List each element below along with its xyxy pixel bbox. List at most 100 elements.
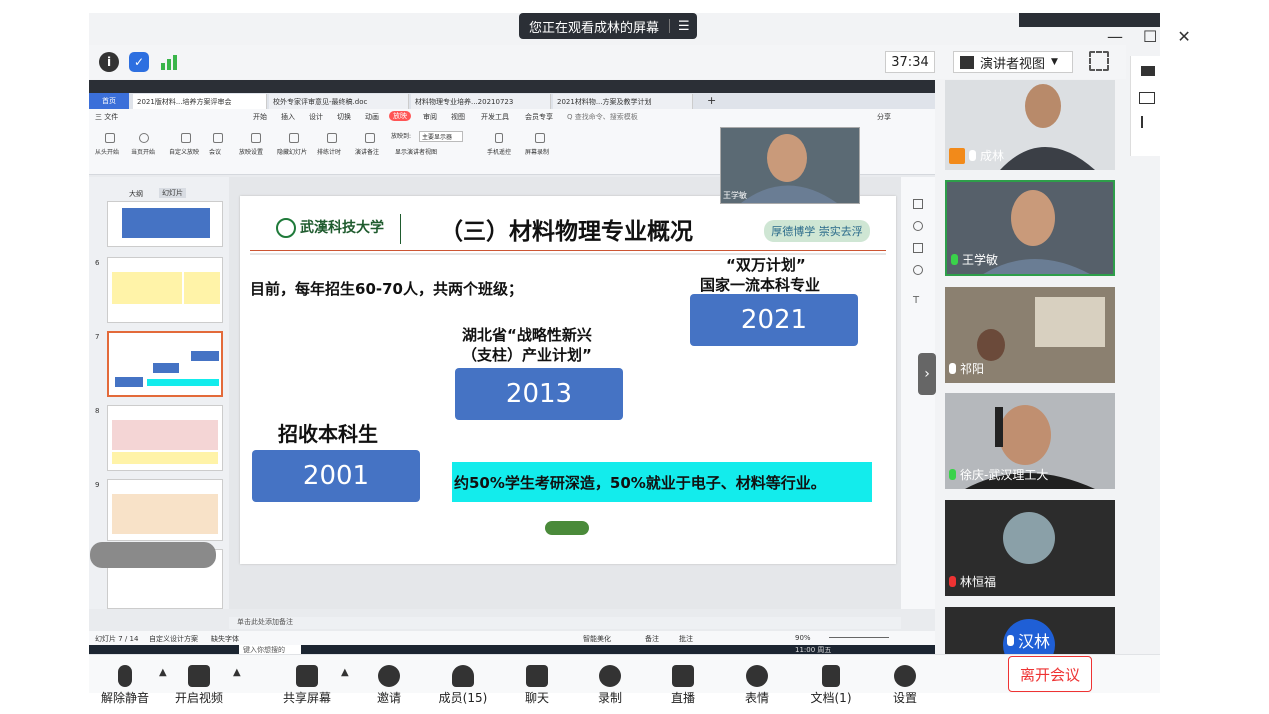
menu-review[interactable]: 审阅: [423, 112, 437, 122]
menu-animation[interactable]: 动画: [365, 112, 379, 122]
record-button[interactable]: 录制: [580, 665, 640, 707]
zoom-level[interactable]: 90%: [795, 634, 811, 642]
slide-thumbnail[interactable]: [90, 542, 223, 609]
text-tool-icon[interactable]: T: [913, 295, 919, 306]
menu-file[interactable]: 三 文件: [95, 112, 118, 122]
zoom-slider[interactable]: [829, 637, 889, 638]
share-screen-button[interactable]: 共享屏幕: [277, 665, 337, 707]
menu-design[interactable]: 设计: [309, 112, 323, 122]
notes-toggle[interactable]: 备注: [645, 634, 659, 644]
members-button[interactable]: 成员(15): [433, 665, 493, 707]
menu-view[interactable]: 视图: [451, 112, 465, 122]
properties-icon[interactable]: [913, 199, 923, 209]
speaker-notes-icon[interactable]: [365, 133, 375, 143]
ribbon-play-start[interactable]: 从头开始: [95, 147, 119, 156]
slide-thumbnail[interactable]: [107, 257, 223, 323]
menu-transition[interactable]: 切换: [337, 112, 351, 122]
collapse-panel-handle[interactable]: ›: [918, 353, 936, 395]
notes-bar[interactable]: 单击此处添加备注: [229, 617, 901, 629]
copy-icon[interactable]: [913, 243, 923, 253]
wps-home-tab[interactable]: 首页: [89, 93, 129, 109]
ribbon-hide-slide[interactable]: 隐藏幻灯片: [277, 147, 307, 156]
menu-slideshow[interactable]: 放映: [389, 111, 411, 121]
hide-slide-icon[interactable]: [289, 133, 299, 143]
signal-icon[interactable]: [161, 54, 179, 70]
presenter-view-checkbox[interactable]: 显示演讲者视图: [395, 147, 437, 156]
pane-tab-outline[interactable]: 大纲: [129, 189, 143, 199]
menu-start[interactable]: 开始: [253, 112, 267, 122]
menu-member[interactable]: 会员专享: [525, 112, 553, 122]
taskbar-search[interactable]: 键入你想搜的: [239, 645, 301, 654]
ribbon-meeting[interactable]: 会议: [209, 147, 221, 156]
rehearse-icon[interactable]: [327, 133, 337, 143]
phone-remote-icon[interactable]: [495, 133, 503, 143]
floating-camera-thumbnail[interactable]: 王学敏: [720, 127, 860, 204]
ribbon-speaker-notes[interactable]: 演讲备注: [355, 147, 379, 156]
new-tab-icon[interactable]: +: [707, 94, 716, 107]
pane-tab-slides[interactable]: 幻灯片: [159, 188, 186, 198]
menu-insert[interactable]: 插入: [281, 112, 295, 122]
ribbon-rehearse[interactable]: 排练计时: [317, 147, 341, 156]
ribbon-play-current[interactable]: 当页开始: [131, 147, 155, 156]
security-shield-icon[interactable]: ✓: [129, 52, 149, 72]
close-icon[interactable]: ✕: [1177, 27, 1190, 49]
ribbon-show-settings[interactable]: 放映设置: [239, 147, 263, 156]
shared-screen: 首页 2021版材料...培养方案评审会 校外专家评审意见-最终稿.doc 材料…: [89, 80, 935, 654]
participant-tile[interactable]: 徐庆-武汉理工大: [945, 393, 1115, 489]
live-button[interactable]: 直播: [653, 665, 713, 707]
slide-thumbnail[interactable]: [107, 201, 223, 247]
reaction-button[interactable]: 表情: [727, 665, 787, 707]
current-slide[interactable]: 武漢科技大学 （三）材料物理专业概况 厚德博学 崇实去浮 目前，每年招生60-7…: [240, 196, 896, 564]
leave-meeting-button[interactable]: 离开会议: [1008, 656, 1092, 692]
presenter-view-dropdown[interactable]: 演讲者视图 ▼: [953, 51, 1073, 73]
slide-thumbnail-current[interactable]: [107, 331, 223, 397]
participant-tile[interactable]: 汉林: [945, 607, 1115, 654]
ribbon-custom-show[interactable]: 自定义放映: [169, 147, 199, 156]
fullscreen-icon[interactable]: [1089, 51, 1109, 71]
meeting-window: 您正在观看成林的屏幕 ☰ — ☐ ✕ i ✓ 37:34 演讲者视图 ▼ 首页 …: [89, 13, 1191, 705]
smart-beautify[interactable]: 智能美化: [583, 634, 611, 644]
share-options-caret[interactable]: ▲: [341, 667, 349, 678]
documents-button[interactable]: 文档(1): [801, 665, 861, 707]
show-settings-icon[interactable]: [251, 133, 261, 143]
share-link[interactable]: 分享: [877, 112, 891, 122]
custom-show-icon[interactable]: [181, 133, 191, 143]
replace-icon[interactable]: [1139, 92, 1155, 104]
cursor-icon[interactable]: [1141, 116, 1149, 128]
info-icon[interactable]: i: [99, 52, 119, 72]
wps-doc-tab[interactable]: 校外专家评审意见-最终稿.doc: [269, 94, 409, 109]
play-from-start-icon[interactable]: [105, 133, 115, 143]
banner-menu-icon[interactable]: ☰: [678, 19, 690, 34]
wps-doc-tab[interactable]: 材料物理专业培养...20210723: [411, 94, 551, 109]
meeting-icon[interactable]: [213, 133, 223, 143]
participant-tile[interactable]: 祁阳: [945, 287, 1115, 383]
find-icon[interactable]: [1141, 66, 1155, 76]
slide-thumbnail[interactable]: [107, 479, 223, 541]
participant-tile-speaking[interactable]: 王学敏: [945, 180, 1115, 276]
display-select[interactable]: 主要显示器: [419, 131, 464, 142]
screen-record-icon[interactable]: [535, 133, 545, 143]
comments-toggle[interactable]: 批注: [679, 634, 693, 644]
wps-doc-tab[interactable]: 2021材料物...方案及教学计划: [553, 94, 693, 109]
unmute-button[interactable]: 解除静音: [95, 665, 155, 707]
settings-button[interactable]: 设置: [875, 665, 935, 707]
invite-button[interactable]: 邀请: [359, 665, 419, 707]
missing-font[interactable]: 缺失字体: [211, 634, 239, 644]
play-current-icon[interactable]: [139, 133, 149, 143]
chat-button[interactable]: 聊天: [507, 665, 567, 707]
wps-doc-tab[interactable]: 2021版材料...培养方案评审会: [133, 94, 267, 109]
maximize-icon[interactable]: ☐: [1143, 27, 1157, 49]
pin-icon[interactable]: [913, 221, 923, 231]
participant-tile[interactable]: 成林: [945, 80, 1115, 170]
menu-developer[interactable]: 开发工具: [481, 112, 509, 122]
ribbon-screen-record[interactable]: 屏幕录制: [525, 147, 549, 156]
design-scheme[interactable]: 自定义设计方案: [149, 634, 198, 644]
start-video-button[interactable]: 开启视频: [169, 665, 229, 707]
menu-search[interactable]: Q 查找命令、搜索模板: [567, 112, 638, 122]
help-icon[interactable]: [913, 265, 923, 275]
mute-options-caret[interactable]: ▲: [159, 667, 167, 678]
video-options-caret[interactable]: ▲: [233, 667, 241, 678]
slide-thumbnail[interactable]: [107, 405, 223, 471]
ribbon-phone-remote[interactable]: 手机遥控: [487, 147, 511, 156]
participant-tile[interactable]: 林恒福: [945, 500, 1115, 596]
